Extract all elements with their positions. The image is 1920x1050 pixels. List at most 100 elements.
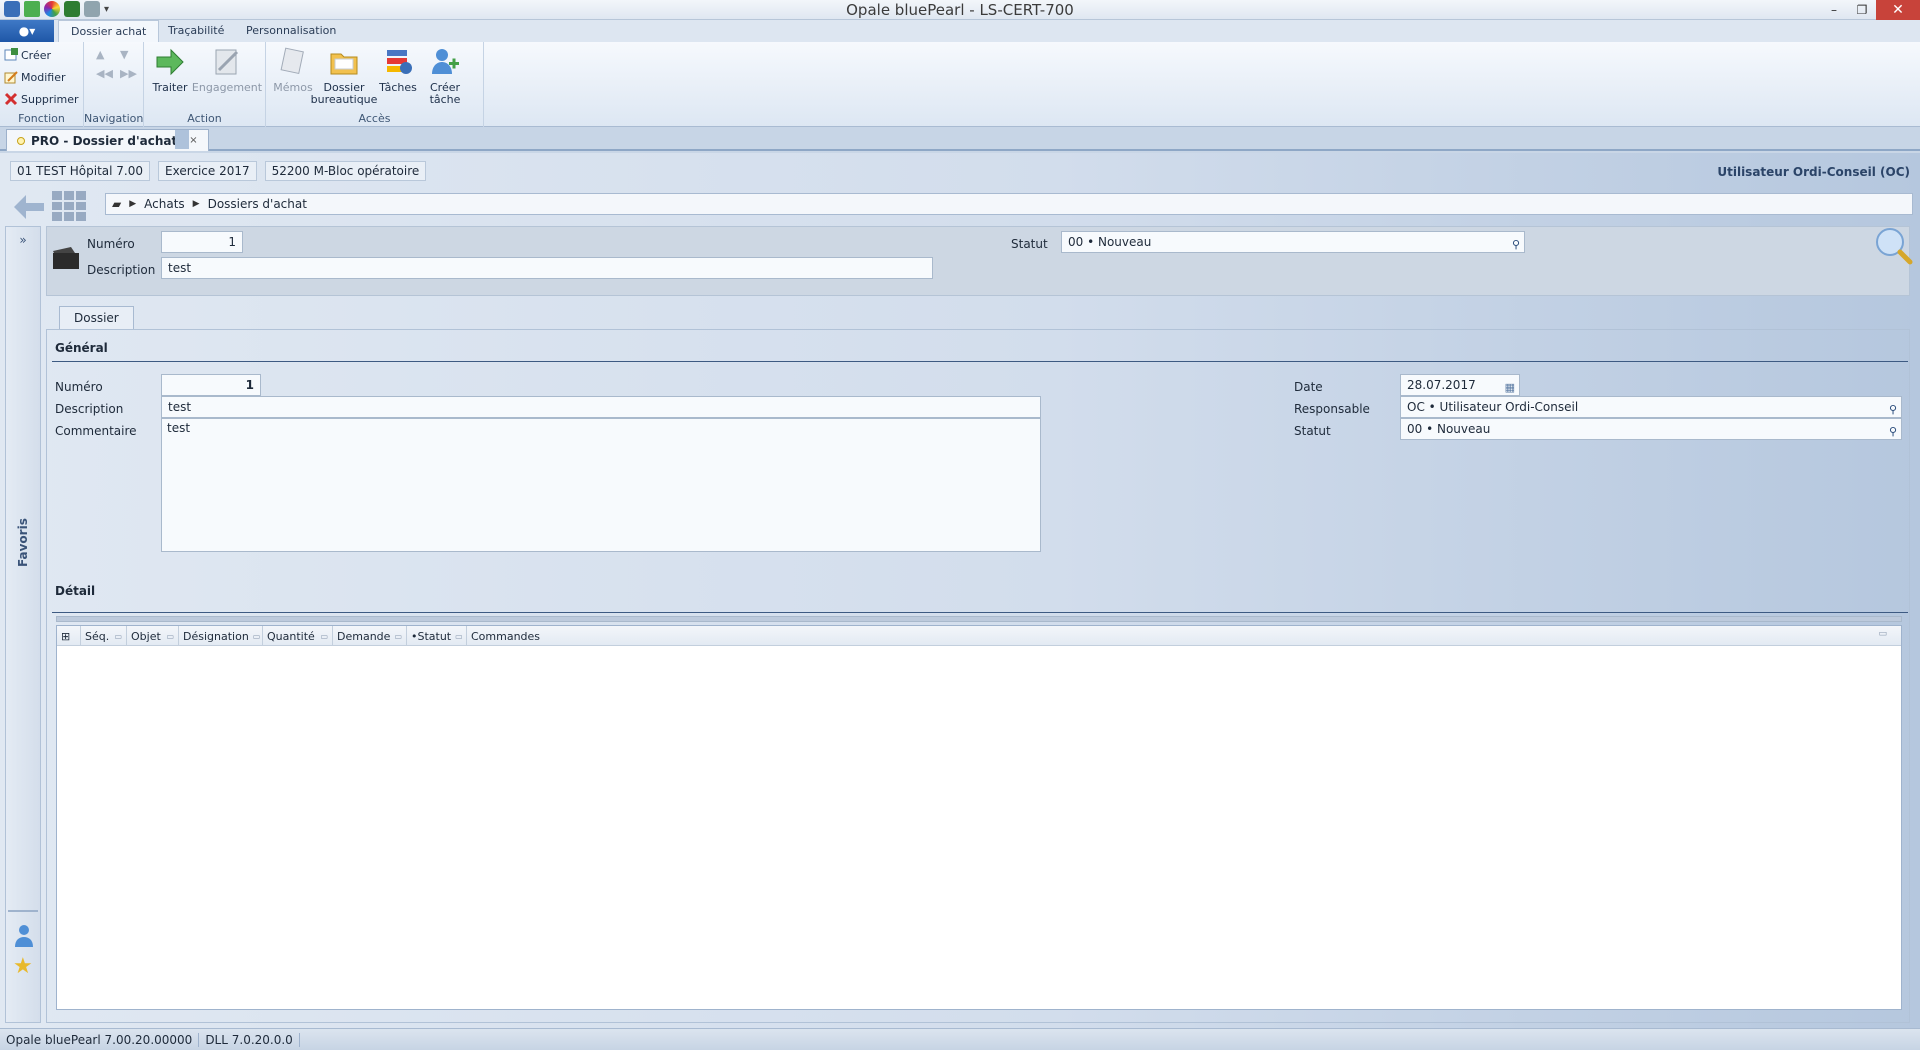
establishment-selector[interactable]: 01 TEST Hôpital 7.00	[10, 161, 150, 181]
commentaire-label: Commentaire	[55, 424, 137, 438]
modified-dot-icon	[17, 136, 25, 145]
nav-up-icon[interactable]: ▲	[96, 48, 116, 61]
minimize-button[interactable]: –	[1820, 0, 1848, 20]
statut-field[interactable]: 00 • Nouveau ⚲	[1061, 231, 1525, 253]
responsable-field[interactable]: OC • Utilisateur Ordi-Conseil ⚲	[1400, 396, 1902, 418]
status-bar: Opale bluePearl 7.00.20.00000 DLL 7.0.20…	[0, 1028, 1920, 1050]
column-chooser-icon[interactable]: ⊞	[57, 626, 81, 646]
memos-label: Mémos	[273, 81, 313, 94]
tab-tracabilite[interactable]: Traçabilité	[156, 20, 236, 42]
back-arrow-icon[interactable]	[12, 193, 46, 221]
delete-icon	[4, 92, 18, 106]
creer-tache-button[interactable]: Créer tâche	[420, 46, 470, 106]
close-tab-icon[interactable]: ×	[189, 135, 197, 146]
dossier-bureautique-label: Dossier bureautique	[310, 81, 378, 106]
pin-icon[interactable]: ▭	[1878, 629, 1887, 639]
numero-label: Numéro	[87, 237, 135, 251]
column-header-objet[interactable]: Objet ▭	[127, 626, 179, 646]
folder-icon[interactable]: ▰	[112, 197, 121, 211]
group-label-action: Action	[187, 112, 222, 125]
chevron-right-icon: ▶	[129, 199, 137, 209]
general-numero-label: Numéro	[55, 380, 103, 394]
document-tab-strip: PRO - Dossier d'achat ×	[0, 127, 1920, 151]
group-label-acces: Accès	[358, 112, 391, 125]
delete-button[interactable]: Supprimer	[4, 92, 79, 106]
breadcrumb: ▰ ▶ Achats ▶ Dossiers d'achat	[105, 193, 1913, 215]
favorites-sidebar: » Favoris ★	[5, 226, 41, 1023]
nav-first-icon[interactable]: ◀◀	[96, 67, 116, 80]
close-button[interactable]: ✕	[1876, 0, 1920, 20]
general-description-field[interactable]: test	[161, 396, 1041, 418]
engagement-button[interactable]: Engagement	[192, 46, 262, 94]
search-icon[interactable]: ⚲	[1889, 400, 1897, 420]
record-header: Numéro 1 Description test Statut 00 • No…	[46, 225, 1913, 296]
date-value: 28.07.2017	[1407, 378, 1476, 392]
memos-button[interactable]: Mémos	[270, 46, 316, 94]
grid-view-icon[interactable]	[52, 191, 86, 221]
breadcrumb-item-achats[interactable]: Achats	[144, 197, 185, 211]
current-user: Utilisateur Ordi-Conseil (OC)	[1717, 165, 1910, 179]
edit-icon	[4, 71, 18, 84]
tab-dossier-achat[interactable]: Dossier achat	[58, 20, 160, 42]
create-button[interactable]: Créer	[4, 48, 51, 62]
numero-field[interactable]: 1	[161, 231, 243, 253]
nav-down-icon[interactable]: ▼	[120, 48, 140, 61]
responsable-value: OC • Utilisateur Ordi-Conseil	[1407, 400, 1579, 414]
tab-overflow	[175, 130, 189, 149]
engagement-icon	[215, 49, 239, 75]
taches-label: Tâches	[379, 81, 417, 94]
tab-personnalisation[interactable]: Personnalisation	[234, 20, 348, 42]
divider	[52, 361, 1908, 362]
engagement-label: Engagement	[191, 81, 263, 94]
creer-tache-label: Créer tâche	[429, 81, 461, 106]
traiter-button[interactable]: Traiter	[148, 46, 192, 94]
main-area: 01 TEST Hôpital 7.00 Exercice 2017 52200…	[0, 153, 1920, 1028]
commentaire-textarea[interactable]: test	[161, 418, 1041, 552]
edit-button[interactable]: Modifier	[4, 70, 65, 84]
general-statut-field[interactable]: 00 • Nouveau ⚲	[1400, 418, 1902, 440]
version-text: Opale bluePearl 7.00.20.00000	[0, 1032, 200, 1047]
general-numero-field[interactable]: 1	[161, 374, 261, 396]
column-header-designation[interactable]: Désignation ▭	[179, 626, 263, 646]
title-bar: ▾ Opale bluePearl - LS-CERT-700 – ❐ ✕	[0, 0, 1920, 20]
create-icon	[4, 48, 18, 61]
create-label: Créer	[21, 48, 52, 62]
restore-button[interactable]: ❐	[1848, 0, 1876, 20]
grid-group-panel[interactable]	[56, 616, 1902, 622]
exercise-selector[interactable]: Exercice 2017	[158, 161, 257, 181]
date-label: Date	[1294, 380, 1323, 394]
traiter-label: Traiter	[152, 81, 188, 94]
grid-header: ⊞ Séq. ▭ Objet ▭ Désignation ▭ Quantité ▭ De…	[57, 626, 1901, 646]
taches-button[interactable]: Tâches	[376, 46, 420, 94]
column-header-seq[interactable]: Séq. ▭	[81, 626, 127, 646]
service-selector[interactable]: 52200 M-Bloc opératoire	[264, 161, 427, 181]
column-header-demande[interactable]: Demande ▭	[333, 626, 407, 646]
column-header-commandes[interactable]: Commandes	[467, 626, 1901, 646]
arrow-right-icon	[156, 48, 184, 76]
group-label-navigation: Navigation	[84, 112, 144, 125]
column-header-statut[interactable]: •Statut ▭	[407, 626, 467, 646]
column-header-quantite[interactable]: Quantité ▭	[263, 626, 333, 646]
search-icon[interactable]: ⚲	[1889, 422, 1897, 442]
detail-grid: ⊞ Séq. ▭ Objet ▭ Désignation ▭ Quantité ▭ De…	[56, 625, 1902, 1010]
tab-dossier[interactable]: Dossier	[59, 306, 134, 330]
application-button[interactable]: ●▾	[0, 20, 54, 42]
breadcrumb-item-dossiers[interactable]: Dossiers d'achat	[208, 197, 307, 211]
dossier-bureautique-button[interactable]: Dossier bureautique	[311, 46, 377, 106]
expand-icon[interactable]: »	[6, 233, 40, 247]
divider	[8, 910, 38, 912]
ribbon-tab-strip: ●▾ Dossier achat Traçabilité Personnalis…	[0, 20, 1920, 42]
nav-last-icon[interactable]: ▶▶	[120, 67, 140, 80]
favorites-label[interactable]: Favoris	[16, 518, 30, 567]
description-field[interactable]: test	[161, 257, 933, 279]
star-icon[interactable]: ★	[13, 954, 33, 979]
user-icon[interactable]	[15, 923, 33, 947]
calendar-icon[interactable]: ▦	[1505, 378, 1515, 398]
general-statut-value: 00 • Nouveau	[1407, 422, 1491, 436]
date-field[interactable]: 28.07.2017 ▦	[1400, 374, 1520, 396]
ribbon-group-navigation: ▲ ▼ ◀◀ ▶▶ Navigation	[84, 42, 144, 127]
statut-value: 00 • Nouveau	[1068, 235, 1152, 249]
statut-label: Statut	[1011, 237, 1048, 251]
search-icon[interactable]	[1873, 225, 1913, 265]
search-icon[interactable]: ⚲	[1512, 235, 1520, 255]
